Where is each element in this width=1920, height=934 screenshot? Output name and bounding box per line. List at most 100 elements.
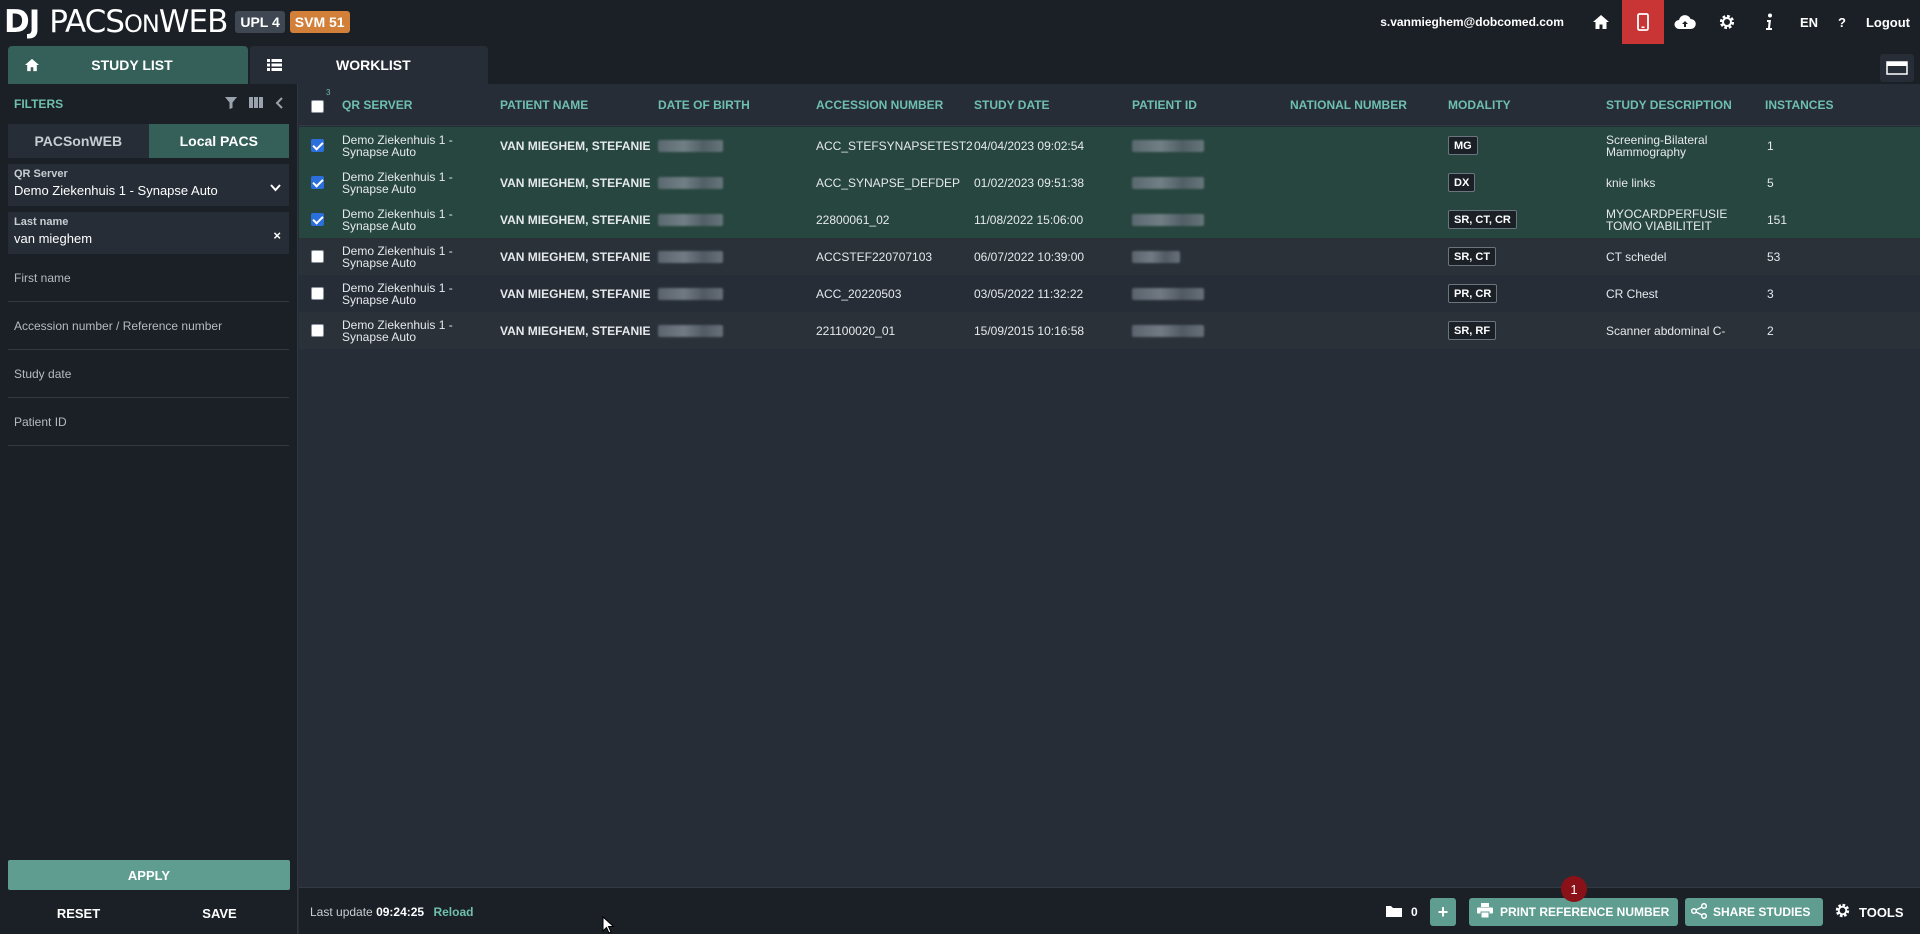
tab-study-list-label: STUDY LIST — [91, 57, 173, 73]
list-icon — [250, 59, 298, 71]
table-row[interactable]: Demo Ziekenhuis 1 - Synapse Auto VAN MIE… — [299, 127, 1920, 164]
col-patient-id[interactable]: PATIENT ID — [1132, 98, 1197, 112]
folder-button[interactable]: 0 — [1379, 898, 1427, 926]
study-date-cell: 04/04/2023 09:02:54 — [974, 139, 1085, 153]
reset-button[interactable]: RESET — [8, 898, 149, 928]
col-qr-server[interactable]: QR SERVER — [342, 98, 412, 112]
modality-badge: MG — [1448, 136, 1478, 155]
description-cell: CT schedel — [1606, 250, 1667, 264]
study-date-cell: 11/08/2022 15:06:00 — [974, 213, 1084, 227]
instances-cell: 2 — [1767, 324, 1774, 338]
description-cell: Screening-Bilateral Mammography — [1606, 133, 1708, 159]
user-email[interactable]: s.vanmieghem@dobcomed.com — [1380, 15, 1564, 29]
mouse-cursor-icon — [602, 916, 615, 934]
share-studies-button[interactable]: SHARE STUDIES — [1685, 898, 1823, 926]
layout-toggle-icon[interactable] — [1880, 54, 1914, 82]
table-row[interactable]: Demo Ziekenhuis 1 - Synapse Auto VAN MIE… — [299, 312, 1920, 349]
row-checkbox[interactable] — [311, 324, 324, 337]
col-modality[interactable]: MODALITY — [1448, 98, 1511, 112]
patient-id-redacted — [1132, 140, 1204, 152]
language-selector[interactable]: EN — [1790, 15, 1828, 30]
col-study-description[interactable]: STUDY DESCRIPTION — [1606, 98, 1732, 112]
top-bar: DJ PACS ON WEB UPL 4 SVM 51 s.vanmieghem… — [0, 0, 1920, 44]
apply-button[interactable]: APPLY — [8, 860, 290, 890]
instances-cell: 3 — [1767, 287, 1774, 301]
logo-dj: DJ — [4, 4, 40, 40]
accession-cell: ACCSTEF220707103 — [816, 250, 933, 264]
col-accession-number[interactable]: ACCESSION NUMBER — [816, 98, 943, 112]
logo-pacs: PACS — [49, 4, 125, 40]
tab-worklist[interactable]: WORKLIST — [250, 46, 488, 84]
row-checkbox[interactable] — [311, 287, 324, 300]
col-instances[interactable]: INSTANCES — [1765, 98, 1833, 112]
add-button[interactable]: + — [1430, 898, 1456, 926]
patient-id-redacted — [1132, 288, 1204, 300]
chevron-down-icon — [270, 180, 281, 195]
segment-pacsonweb[interactable]: PACSonWEB — [8, 124, 149, 158]
study-date-cell: 03/05/2022 11:32:22 — [974, 287, 1084, 301]
instances-cell: 151 — [1767, 213, 1788, 227]
table-row[interactable]: Demo Ziekenhuis 1 - Synapse Auto VAN MIE… — [299, 201, 1920, 238]
patient-name-cell: VAN MIEGHEM, STEFANIE — [500, 213, 651, 227]
print-reference-button[interactable]: PRINT REFERENCE NUMBER — [1469, 898, 1678, 926]
row-checkbox[interactable] — [311, 176, 324, 189]
columns-icon[interactable] — [249, 97, 263, 111]
folder-icon — [1385, 904, 1403, 921]
save-button[interactable]: SAVE — [149, 898, 290, 928]
filters-title: FILTERS — [14, 97, 64, 111]
qr-server-cell: Demo Ziekenhuis 1 - Synapse Auto — [342, 133, 453, 159]
tab-study-list[interactable]: STUDY LIST — [8, 46, 248, 84]
reload-link[interactable]: Reload — [433, 905, 473, 919]
description-cell: knie links — [1606, 176, 1656, 190]
qr-server-select[interactable]: QR Server Demo Ziekenhuis 1 - Synapse Au… — [8, 164, 289, 206]
row-checkbox[interactable] — [311, 213, 324, 226]
help-button[interactable]: ? — [1828, 15, 1856, 30]
tools-label: TOOLS — [1859, 904, 1904, 920]
last-name-value[interactable]: van mieghem — [14, 231, 283, 246]
mobile-icon[interactable] — [1621, 0, 1664, 44]
share-icon — [1690, 902, 1708, 922]
qr-server-value: Demo Ziekenhuis 1 - Synapse Auto — [14, 183, 218, 198]
study-date-field[interactable]: Study date — [8, 350, 289, 398]
filters-sidebar: FILTERS PACSonWEB Local PACS QR Server D… — [0, 84, 298, 934]
chevron-left-icon[interactable] — [275, 96, 283, 112]
instances-cell: 5 — [1767, 176, 1774, 190]
select-all-checkbox[interactable] — [311, 100, 324, 113]
app-logo[interactable]: DJ PACS ON WEB — [4, 4, 228, 40]
filter-icon[interactable] — [225, 96, 237, 112]
tools-button[interactable]: TOOLS — [1834, 898, 1914, 926]
table-row[interactable]: Demo Ziekenhuis 1 - Synapse Auto VAN MIE… — [299, 164, 1920, 201]
dob-redacted — [658, 214, 723, 226]
last-update: Last update 09:24:25 Reload — [310, 905, 473, 919]
filters-header: FILTERS — [0, 84, 297, 124]
segment-local-pacs[interactable]: Local PACS — [148, 124, 289, 158]
share-studies-label: SHARE STUDIES — [1713, 905, 1811, 919]
row-checkbox[interactable] — [311, 139, 324, 152]
first-name-field[interactable]: First name — [8, 254, 289, 302]
table-row[interactable]: Demo Ziekenhuis 1 - Synapse Auto VAN MIE… — [299, 275, 1920, 312]
col-patient-name[interactable]: PATIENT NAME — [500, 98, 588, 112]
qr-server-cell: Demo Ziekenhuis 1 - Synapse Auto — [342, 244, 453, 270]
notification-badge: 1 — [1561, 876, 1587, 902]
patient-name-cell: VAN MIEGHEM, STEFANIE — [500, 250, 651, 264]
upl-badge: UPL 4 — [235, 11, 285, 33]
info-icon[interactable] — [1748, 0, 1790, 44]
accession-field[interactable]: Accession number / Reference number — [8, 302, 289, 350]
row-checkbox[interactable] — [311, 250, 324, 263]
col-study-date[interactable]: STUDY DATE — [974, 98, 1050, 112]
qr-server-cell: Demo Ziekenhuis 1 - Synapse Auto — [342, 207, 453, 233]
gear-icon[interactable] — [1706, 0, 1748, 44]
clear-icon[interactable]: × — [273, 228, 281, 243]
cloud-upload-icon[interactable] — [1664, 0, 1706, 44]
last-name-field[interactable]: Last name van mieghem × — [8, 212, 289, 254]
logout-button[interactable]: Logout — [1856, 15, 1920, 30]
home-icon[interactable] — [1580, 0, 1622, 44]
modality-badge: SR, RF — [1448, 321, 1497, 340]
col-national-number[interactable]: NATIONAL NUMBER — [1290, 98, 1407, 112]
description-cell: MYOCARDPERFUSIE TOMO VIABILITEIT — [1606, 207, 1728, 233]
table-row[interactable]: Demo Ziekenhuis 1 - Synapse Auto VAN MIE… — [299, 238, 1920, 275]
filter-actions: RESET SAVE — [8, 898, 290, 928]
patient-id-field[interactable]: Patient ID — [8, 398, 289, 446]
col-date-of-birth[interactable]: DATE OF BIRTH — [658, 98, 750, 112]
patient-name-cell: VAN MIEGHEM, STEFANIE — [500, 139, 651, 153]
